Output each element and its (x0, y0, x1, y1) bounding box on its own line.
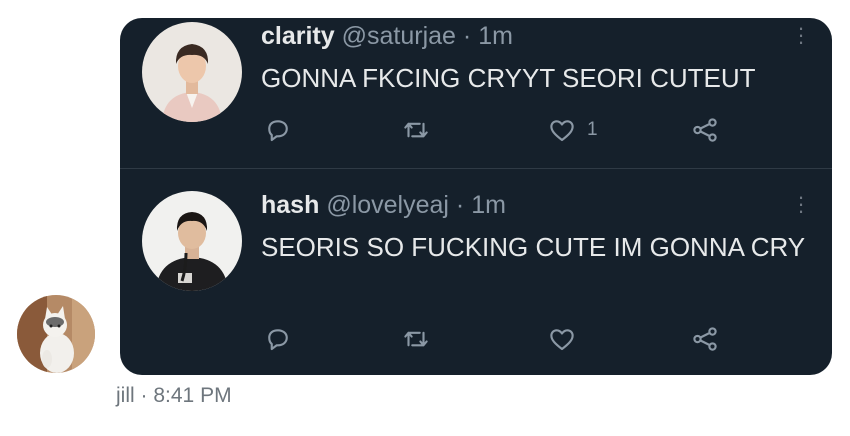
like-count: 1 (587, 119, 598, 140)
tweet-header: hash @lovelyeaj · 1m (261, 191, 506, 220)
separator: · (455, 191, 465, 219)
profile-photo-icon (142, 22, 242, 122)
like-button[interactable]: 1 (547, 110, 598, 150)
reply-icon (268, 120, 288, 142)
heart-icon (550, 329, 574, 351)
share-button[interactable] (690, 110, 720, 150)
avatar[interactable] (142, 191, 242, 291)
separator: · (140, 384, 148, 407)
reply-icon (268, 329, 288, 351)
timestamp[interactable]: 1m (478, 22, 513, 50)
retweet-button[interactable] (401, 110, 431, 150)
tweet-header: clarity @saturjae · 1m (261, 22, 513, 51)
sender-name[interactable]: jill (116, 384, 135, 407)
handle[interactable]: @saturjae (342, 22, 456, 50)
profile-photo-icon (142, 191, 242, 291)
tweet-actions (120, 319, 832, 359)
retweet-icon (404, 122, 428, 138)
heart-icon (550, 120, 574, 142)
shared-tweets-message[interactable]: clarity @saturjae · 1m · · · GONNA FKCING … (120, 18, 832, 375)
reply-button[interactable] (263, 110, 293, 150)
more-options-icon[interactable]: · · · (796, 18, 806, 53)
tweet-card[interactable]: clarity @saturjae · 1m · · · GONNA FKCING … (120, 18, 832, 168)
tweet-card[interactable]: hash @lovelyeaj · 1m · · · SEORIS SO FUCKI… (120, 169, 832, 375)
retweet-button[interactable] (401, 319, 431, 359)
separator: · (462, 22, 472, 50)
retweet-icon (404, 331, 428, 347)
display-name[interactable]: clarity (261, 22, 335, 50)
tweet-text: SEORIS SO FUCKING CUTE IM GONNA CRY (261, 232, 806, 262)
like-button[interactable] (547, 319, 587, 359)
handle[interactable]: @lovelyeaj (326, 191, 449, 219)
share-icon (693, 327, 717, 351)
message-meta: jill · 8:41 PM (116, 384, 232, 408)
timestamp[interactable]: 1m (471, 191, 506, 219)
more-options-icon[interactable]: · · · (796, 186, 806, 222)
share-button[interactable] (690, 319, 720, 359)
share-icon (693, 118, 717, 142)
display-name[interactable]: hash (261, 191, 319, 219)
tweet-actions: 1 (120, 110, 832, 150)
tweet-text: GONNA FKCING CRYYT SEORI CUTEUT (261, 63, 756, 93)
message-time: 8:41 PM (153, 384, 232, 407)
reply-button[interactable] (263, 319, 293, 359)
cat-photo-icon (17, 295, 95, 373)
avatar[interactable] (142, 22, 242, 122)
sender-avatar[interactable] (17, 295, 95, 373)
